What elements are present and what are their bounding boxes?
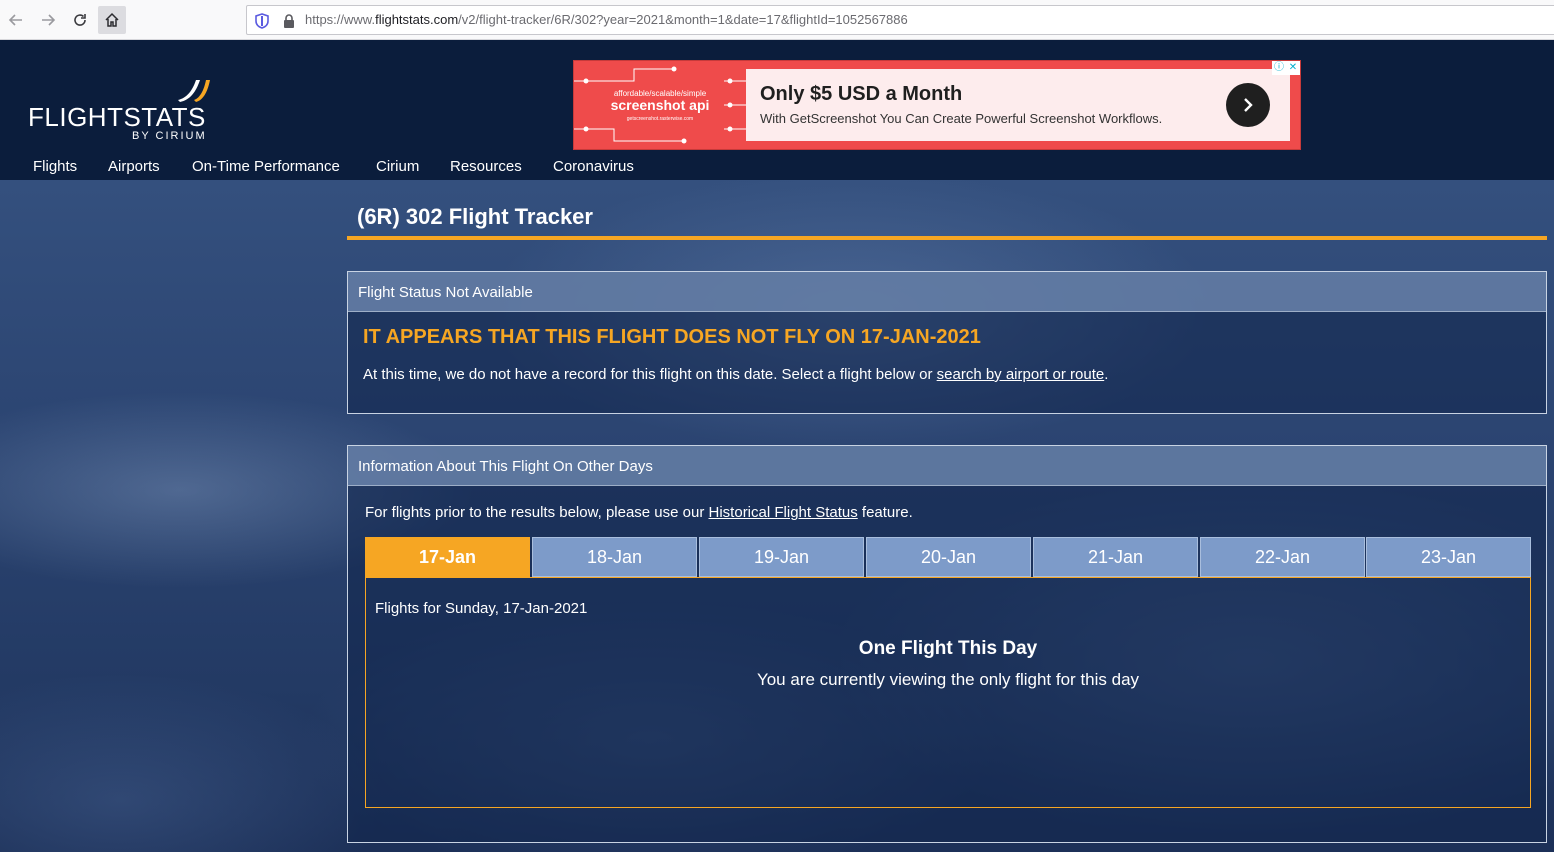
ad-body: With GetScreenshot You Can Create Powerf… [760,111,1163,126]
ad-card[interactable]: Only $5 USD a Month With GetScreenshot Y… [746,69,1290,141]
nav-resources[interactable]: Resources [450,158,522,175]
ad-brand-name: screenshot api [610,97,710,113]
url-text[interactable]: https://www.flightstats.com/v2/flight-tr… [305,12,908,27]
tab-18-jan[interactable]: 18-Jan [532,537,697,577]
ad-headline: Only $5 USD a Month [760,83,963,105]
reload-icon[interactable] [68,8,92,32]
panel-header: Flight Status Not Available [348,272,1546,312]
tab-22-jan[interactable]: 22-Jan [1200,537,1365,577]
status-message: At this time, we do not have a record fo… [363,366,1108,383]
tracking-shield-icon[interactable] [255,13,269,29]
historical-flight-status-link[interactable]: Historical Flight Status [709,504,858,521]
forward-arrow-icon[interactable] [36,8,60,32]
flight-status-panel: Flight Status Not Available IT APPEARS T… [347,271,1547,414]
tab-19-jan[interactable]: 19-Jan [699,537,864,577]
tab-21-jan[interactable]: 21-Jan [1033,537,1198,577]
ad-info-icon[interactable]: ⓘ [1272,61,1286,75]
logo-wordmark: FLIGHTSTATS [28,102,206,132]
ad-controls: ⓘ ✕ [1272,61,1300,75]
browser-toolbar: https://www.flightstats.com/v2/flight-tr… [0,0,1554,40]
historical-intro-text: For flights prior to the results below, … [365,504,709,521]
url-host: flightstats.com [375,12,459,27]
day-flights-box: Flights for Sunday, 17-Jan-2021 One Flig… [365,577,1531,808]
tab-17-jan[interactable]: 17-Jan [365,537,530,577]
flight-count-subtext: You are currently viewing the only fligh… [756,670,1140,689]
status-panel-heading: Flight Status Not Available [358,284,533,301]
historical-intro-end: feature. [857,504,913,521]
ad-small-url: getscreenshot.rasterwise.com [626,116,694,122]
title-divider [347,236,1547,240]
nav-flights[interactable]: Flights [33,158,77,175]
flight-count-heading: One Flight This Day [858,638,1038,659]
page-title: (6R) 302 Flight Tracker [357,204,593,229]
nav-coronavirus[interactable]: Coronavirus [553,158,634,175]
ad-banner[interactable]: affordable/scalable/simple screenshot ap… [573,60,1301,150]
status-message-end: . [1104,366,1109,383]
nav-on-time-performance[interactable]: On-Time Performance [192,158,340,175]
ad-close-icon[interactable]: ✕ [1286,61,1300,75]
tab-20-jan[interactable]: 20-Jan [866,537,1031,577]
other-days-heading: Information About This Flight On Other D… [358,458,653,475]
home-icon[interactable] [98,6,126,34]
status-message-text: At this time, we do not have a record fo… [363,366,937,383]
nav-airports[interactable]: Airports [108,158,160,175]
back-arrow-icon[interactable] [4,8,28,32]
panel-header: Information About This Flight On Other D… [348,446,1546,486]
chevron-right-icon [1244,98,1253,112]
address-bar[interactable]: https://www.flightstats.com/v2/flight-tr… [246,5,1554,35]
lock-icon[interactable] [283,14,295,28]
search-by-airport-link[interactable]: search by airport or route [937,366,1105,383]
ad-brand-panel: affordable/scalable/simple screenshot ap… [574,61,746,149]
status-title: IT APPEARS THAT THIS FLIGHT DOES NOT FLY… [363,326,981,348]
url-path: /v2/flight-tracker/6R/302?year=2021&mont… [458,12,908,27]
tab-23-jan[interactable]: 23-Jan [1366,537,1531,577]
flights-date-label: Flights for Sunday, 17-Jan-2021 [375,600,588,617]
nav-cirium[interactable]: Cirium [376,158,419,175]
historical-intro: For flights prior to the results below, … [365,504,913,521]
logo-subtitle: BY CIRIUM [132,130,207,142]
date-tabs: 17-Jan 18-Jan 19-Jan 20-Jan 21-Jan 22-Ja… [365,537,1531,577]
other-days-panel: Information About This Flight On Other D… [347,445,1547,843]
logo-swoosh-icon [178,80,210,102]
ad-arrow-button[interactable] [1226,83,1270,127]
url-prefix: https://www. [305,12,376,27]
